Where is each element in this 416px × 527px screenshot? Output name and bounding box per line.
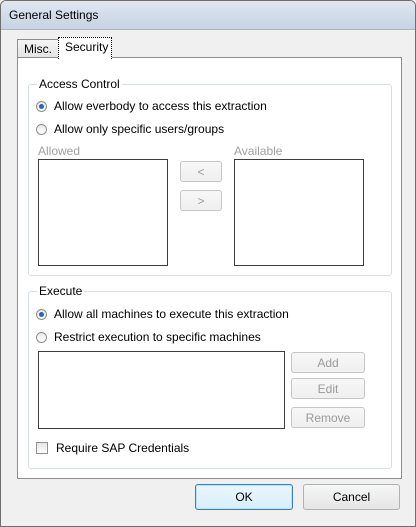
remove-machine-button[interactable]: Remove xyxy=(291,407,365,428)
cancel-button[interactable]: Cancel xyxy=(303,484,400,510)
move-to-available-button[interactable]: > xyxy=(180,190,222,211)
dialog-client-area: Misc. Security Access Control Allow ever… xyxy=(6,30,410,521)
allow-specific-users-label: Allow only specific users/groups xyxy=(54,122,225,136)
security-tab-panel: Access Control Allow everbody to access … xyxy=(17,57,402,479)
allow-all-machines-radio-row[interactable]: Allow all machines to execute this extra… xyxy=(36,307,289,321)
allowed-listbox[interactable] xyxy=(38,159,168,266)
allow-all-machines-label: Allow all machines to execute this extra… xyxy=(54,307,289,321)
available-listbox[interactable] xyxy=(234,159,364,266)
add-machine-button[interactable]: Add xyxy=(291,352,365,373)
window-title: General Settings xyxy=(9,8,99,22)
ok-button[interactable]: OK xyxy=(195,484,293,510)
move-to-allowed-label: < xyxy=(197,164,205,179)
allow-all-machines-radio[interactable] xyxy=(36,308,47,320)
ok-button-label: OK xyxy=(235,490,253,504)
edit-machine-label: Edit xyxy=(317,381,339,396)
access-control-group-label: Access Control xyxy=(37,77,122,91)
general-settings-dialog: General Settings Misc. Security Access C… xyxy=(0,0,416,527)
allowed-label: Allowed xyxy=(38,144,81,158)
title-bar[interactable]: General Settings xyxy=(1,1,415,30)
allow-specific-users-radio-row[interactable]: Allow only specific users/groups xyxy=(36,122,224,136)
add-machine-label: Add xyxy=(317,355,339,370)
execute-group-label: Execute xyxy=(37,284,85,298)
require-sap-credentials-checkbox[interactable] xyxy=(36,442,48,454)
restrict-machines-radio-row[interactable]: Restrict execution to specific machines xyxy=(36,330,261,344)
restrict-machines-radio[interactable] xyxy=(36,331,47,343)
require-sap-credentials-row[interactable]: Require SAP Credentials xyxy=(36,441,189,455)
access-control-group: Access Control Allow everbody to access … xyxy=(28,77,392,276)
move-to-available-label: > xyxy=(197,193,205,208)
tab-security-label: Security xyxy=(65,40,109,54)
restrict-machines-label: Restrict execution to specific machines xyxy=(54,330,261,344)
allow-everybody-radio-row[interactable]: Allow everbody to access this extraction xyxy=(36,99,267,113)
remove-machine-label: Remove xyxy=(305,410,351,425)
execute-group: Execute Allow all machines to execute th… xyxy=(28,284,392,469)
allow-everybody-radio[interactable] xyxy=(36,100,47,112)
tab-misc-label: Misc. xyxy=(24,42,52,56)
available-label: Available xyxy=(234,144,283,158)
edit-machine-button[interactable]: Edit xyxy=(291,378,365,399)
move-to-allowed-button[interactable]: < xyxy=(180,161,222,182)
machines-listbox[interactable] xyxy=(38,351,285,429)
require-sap-credentials-label: Require SAP Credentials xyxy=(56,441,190,455)
allow-specific-users-radio[interactable] xyxy=(36,123,47,135)
tab-security[interactable]: Security xyxy=(58,37,112,59)
cancel-button-label: Cancel xyxy=(332,490,371,504)
allow-everybody-label: Allow everbody to access this extraction xyxy=(54,99,267,113)
tab-misc[interactable]: Misc. xyxy=(17,39,59,58)
